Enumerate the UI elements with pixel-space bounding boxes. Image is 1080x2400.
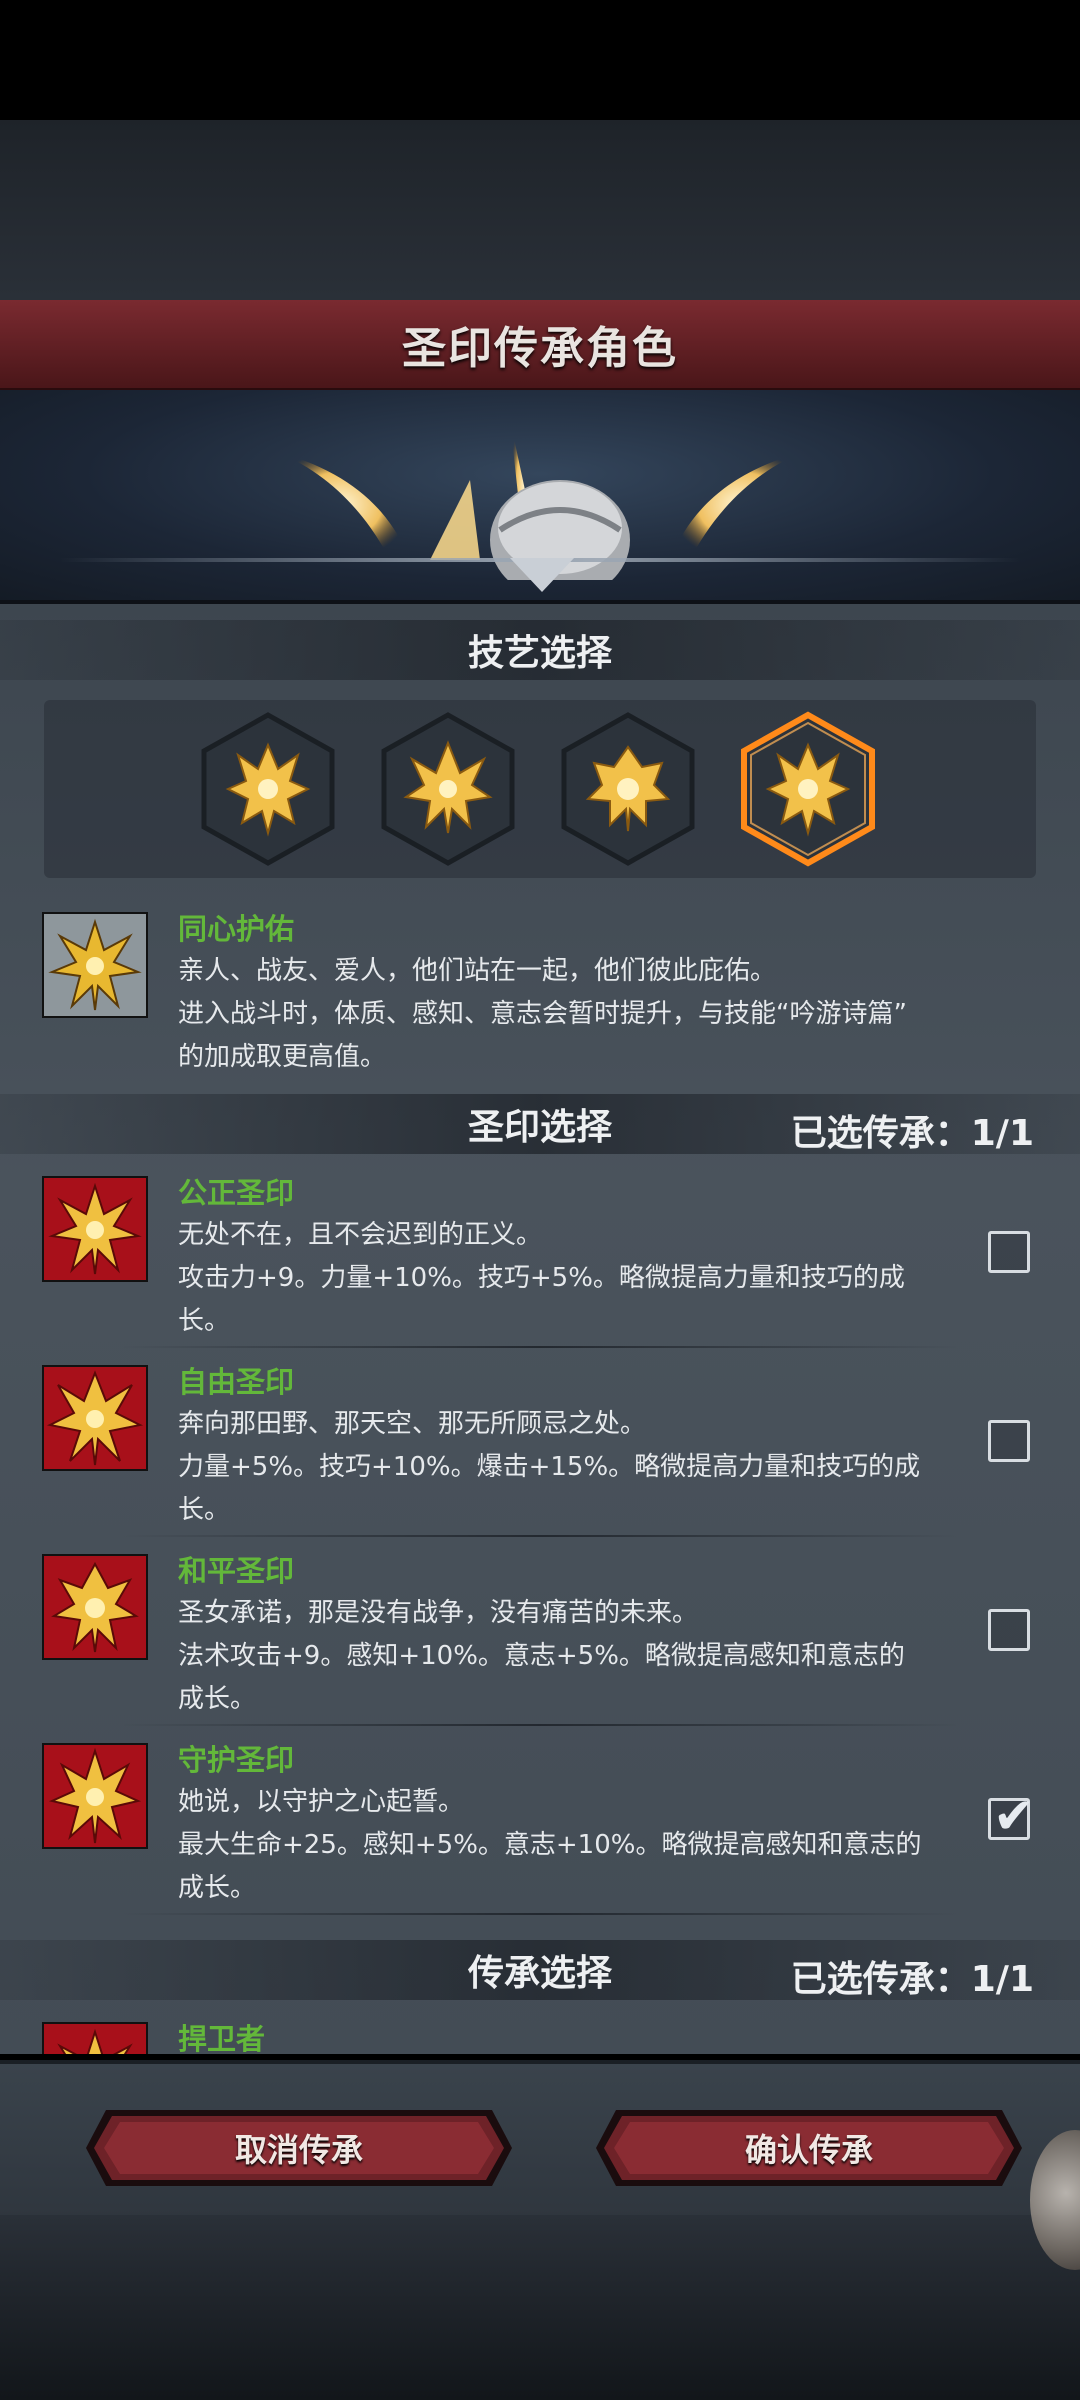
skill-section-header: 技艺选择 [0, 620, 1080, 680]
seal-checkbox-guardian[interactable]: ✔ [988, 1791, 1035, 1841]
seal-description: 奔向那田野、那天空、那无所顾忌之处。 [178, 1409, 647, 1439]
hero-banner [0, 390, 1080, 604]
inheritance-section-title: 传承选择 [467, 1953, 612, 1994]
seal-description: 最大生命+25。感知+5%。意志+10%。略微提高感知和意志的 [178, 1830, 922, 1860]
freedom-seal-icon [42, 1365, 148, 1471]
seal-checkbox-justice[interactable] [988, 1231, 1030, 1273]
crest-icon-2[interactable] [378, 711, 518, 867]
cancel-button-label: 取消传承 [234, 2131, 363, 2169]
crest-icon-1[interactable] [198, 711, 338, 867]
main-panel: 技艺选择 同心护佑 亲人、战友、爱人，他们站在一起，他们彼此庇佑。 进入战斗时，… [0, 604, 1080, 2054]
cancel-inheritance-button[interactable]: 取消传承 [84, 2108, 514, 2188]
seal-description: 法术攻击+9。感知+10%。意志+5%。略微提高感知和意志的 [178, 1641, 905, 1671]
inheritance-section-header: 传承选择 已选传承：1/1 [0, 1940, 1080, 2000]
seal-name: 自由圣印 [178, 1365, 295, 1399]
seal-description: 圣女承诺，那是没有战争，没有痛苦的未来。 [178, 1598, 699, 1628]
skill-detail-line: 进入战斗时，体质、感知、意志会暂时提升，与技能“吟游诗篇” [178, 999, 907, 1029]
skill-section-title: 技艺选择 [467, 633, 612, 674]
crest-icon-4-selected[interactable] [738, 711, 878, 867]
seal-selected-count: 已选传承：1/1 [790, 1113, 1034, 1154]
skill-detail-name: 同心护佑 [178, 912, 295, 946]
skill-icon-strip [44, 700, 1036, 878]
guardian-seal-icon [42, 1743, 148, 1849]
seal-section-header: 圣印选择 已选传承：1/1 [0, 1094, 1080, 1154]
seal-checkbox-peace[interactable] [988, 1609, 1030, 1651]
upper-backdrop [0, 120, 1080, 300]
seal-description: 她说，以守护之心起誓。 [178, 1787, 465, 1817]
checkmark-icon: ✔ [993, 1787, 1035, 1845]
item-divider [120, 1913, 960, 1915]
confirm-button-label: 确认传承 [744, 2131, 873, 2169]
crest-icon-3[interactable] [558, 711, 698, 867]
inheritance-selected-count: 已选传承：1/1 [790, 1959, 1034, 2000]
seal-description: 力量+5%。技巧+10%。爆击+15%。略微提高力量和技巧的成 [178, 1452, 921, 1482]
seal-checkbox-freedom[interactable] [988, 1420, 1030, 1462]
seal-name: 公正圣印 [178, 1176, 295, 1210]
skill-detail-line: 的加成取更高值。 [178, 1042, 387, 1072]
page-title: 圣印传承角色 [402, 323, 678, 374]
confirm-inheritance-button[interactable]: 确认传承 [594, 2108, 1024, 2188]
seal-section-title: 圣印选择 [467, 1107, 612, 1148]
bottom-button-bar: 取消传承 确认传承 [0, 2060, 1080, 2219]
seal-description: 攻击力+9。力量+10%。技巧+5%。略微提高力量和技巧的成 [178, 1263, 905, 1293]
seal-name: 和平圣印 [178, 1554, 295, 1588]
collapse-arrow-icon[interactable] [510, 558, 574, 592]
seal-description: 成长。 [178, 1873, 257, 1903]
seal-description: 长。 [178, 1306, 231, 1336]
seal-name: 守护圣印 [178, 1743, 295, 1777]
skill-detail-icon [42, 912, 148, 1018]
item-divider [120, 1535, 960, 1537]
title-bar: 圣印传承角色 [0, 300, 1080, 391]
skill-detail-line: 亲人、战友、爱人，他们站在一起，他们彼此庇佑。 [178, 956, 777, 986]
inheritance-name[interactable]: 捍卫者 [178, 2016, 265, 2054]
seal-description: 长。 [178, 1495, 231, 1525]
justice-seal-icon [42, 1176, 148, 1282]
item-divider [120, 1346, 960, 1348]
seal-description: 成长。 [178, 1684, 257, 1714]
item-divider [120, 1724, 960, 1726]
top-black-area [0, 0, 1080, 120]
defender-icon [42, 2022, 148, 2054]
hero-portrait-icon [270, 420, 810, 580]
seal-description: 无处不在，且不会迟到的正义。 [178, 1220, 543, 1250]
lower-backdrop [0, 2215, 1080, 2400]
peace-seal-icon [42, 1554, 148, 1660]
